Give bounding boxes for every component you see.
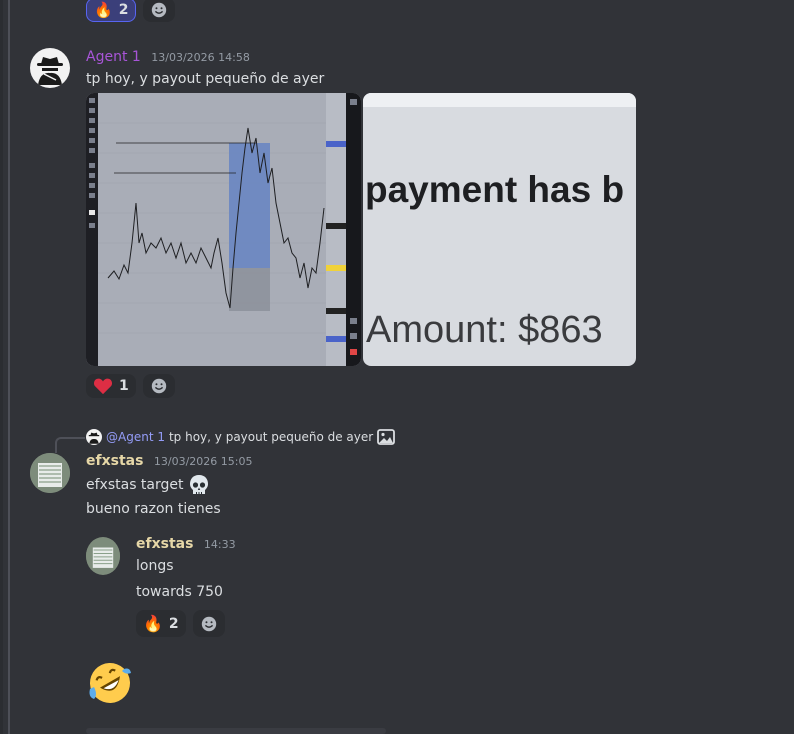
left-edge (0, 0, 3, 734)
add-reaction-button[interactable] (143, 0, 175, 22)
money-stack-avatar-icon (30, 453, 70, 493)
message-header-efxstas: efxstas 14:33 (136, 536, 236, 552)
fire-reaction-count: 2 (168, 615, 179, 632)
reply-reference[interactable]: @Agent 1 tp hoy, y payout pequeño de aye… (86, 429, 396, 445)
money-stack-avatar-icon (86, 539, 120, 573)
message-line: efxstas target (86, 477, 184, 493)
next-message-partial (86, 728, 386, 734)
avatar-efxstas[interactable] (30, 453, 70, 493)
author-name[interactable]: Agent 1 (86, 49, 141, 65)
message-header-agent-1: Agent 1 13/03/2026 14:58 (86, 49, 250, 65)
chart-screenshot-attachment[interactable] (86, 93, 361, 366)
image-icon (377, 429, 396, 445)
payment-screenshot-attachment[interactable]: payment has b Amount: $863 (363, 93, 636, 366)
payment-status-text: payment has b (365, 169, 625, 210)
avatar-agent-1[interactable] (30, 48, 70, 88)
add-reaction-button[interactable] (143, 374, 175, 398)
fire-icon: 🔥 (94, 1, 113, 19)
author-name[interactable]: efxstas (86, 453, 143, 469)
smiley-add-icon (201, 616, 217, 631)
heart-reaction-button[interactable]: 1 (86, 374, 136, 398)
message-line: bueno razon tienes (86, 501, 221, 517)
fire-reaction-button[interactable]: 🔥 2 (136, 610, 186, 637)
payment-amount-text: Amount: $863 (366, 309, 603, 351)
message-text: efxstas target (86, 474, 210, 496)
message-line: towards 750 (136, 584, 223, 600)
trading-chart-image (86, 93, 361, 366)
message-header-efxstas: efxstas 13/03/2026 15:05 (86, 453, 252, 469)
message-line: longs (136, 558, 174, 574)
smiley-add-icon (151, 378, 167, 394)
spy-avatar-icon (37, 57, 63, 85)
thread-line (8, 0, 10, 734)
reply-avatar (86, 429, 102, 445)
skull-icon (189, 475, 208, 494)
reply-mention[interactable]: @Agent 1 (106, 430, 165, 444)
heart-icon (93, 378, 113, 395)
avatar-efxstas-small[interactable] (86, 537, 120, 575)
timestamp: 14:33 (203, 538, 236, 551)
author-name[interactable]: efxstas (136, 536, 193, 552)
add-reaction-button[interactable] (193, 610, 225, 637)
fire-reaction-count: 2 (118, 2, 129, 18)
fire-reaction-button[interactable]: 🔥 2 (86, 0, 137, 22)
timestamp: 13/03/2026 14:58 (151, 51, 250, 64)
laughing-emoji-icon (86, 659, 134, 711)
fire-icon: 🔥 (143, 614, 163, 633)
smiley-add-icon (151, 2, 167, 18)
payment-top-band (363, 93, 636, 107)
timestamp: 13/03/2026 15:05 (153, 455, 253, 468)
reply-connector (55, 437, 85, 453)
spy-avatar-icon (88, 432, 100, 444)
reply-preview-text: tp hoy, y payout pequeño de ayer (168, 430, 374, 444)
heart-reaction-count: 1 (119, 378, 129, 394)
message-text: tp hoy, y payout pequeño de ayer (86, 71, 325, 87)
